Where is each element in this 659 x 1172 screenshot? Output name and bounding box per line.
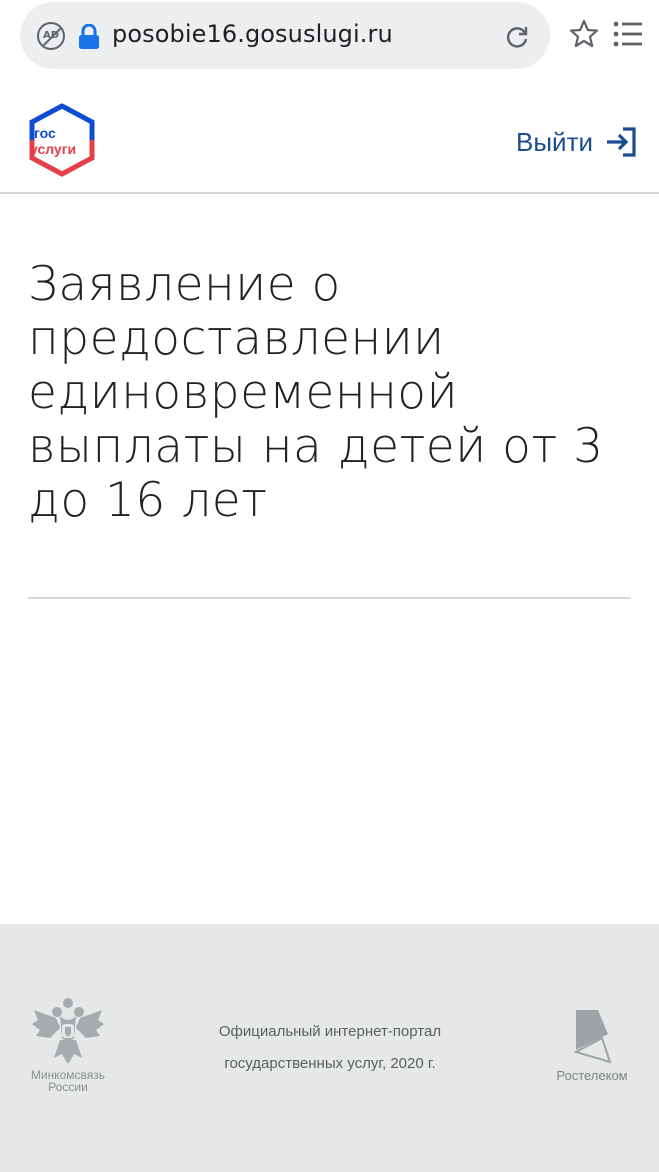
menu-icon[interactable] <box>612 20 644 48</box>
logo-text-gos: гос <box>34 125 56 141</box>
adblock-icon[interactable]: AD <box>37 22 65 50</box>
footer-text-line2: государственных услуг, 2020 г. <box>224 1055 436 1072</box>
address-bar[interactable]: AD posobie16.gosuslugi.ru <box>20 2 550 69</box>
browser-toolbar: AD posobie16.gosuslugi.ru <box>0 0 659 74</box>
ministry-name-line2: России <box>48 1080 88 1094</box>
footer-copyright: Официальный интернет-портал государствен… <box>160 1016 500 1080</box>
rostelecom-logo-icon <box>573 1010 612 1064</box>
logout-button[interactable]: Выйти <box>516 122 637 162</box>
coat-of-arms-icon <box>32 998 104 1064</box>
page-title: Заявление о предоставлении единовременно… <box>28 257 604 528</box>
reload-icon[interactable] <box>504 24 530 50</box>
url-text[interactable]: posobie16.gosuslugi.ru <box>112 20 393 48</box>
gosuslugi-logo[interactable]: гос услуги <box>24 102 100 178</box>
logout-label: Выйти <box>516 126 593 157</box>
footer-text-line1: Официальный интернет-портал <box>218 1023 442 1040</box>
logout-icon <box>607 127 636 157</box>
divider <box>28 597 631 599</box>
logo-text-uslugi: услуги <box>30 141 76 157</box>
ministry-block[interactable]: Минкомсвязь России <box>22 994 114 1094</box>
rostelecom-block[interactable]: Ростелеком <box>546 1006 638 1083</box>
main-content: Заявление о предоставлении единовременно… <box>0 196 659 924</box>
site-header: гос услуги Выйти <box>0 74 659 194</box>
star-icon[interactable] <box>568 18 600 50</box>
footer: Минкомсвязь России Официальный интернет-… <box>0 924 659 1172</box>
lock-icon[interactable] <box>78 24 100 50</box>
rostelecom-name: Ростелеком <box>556 1068 628 1083</box>
